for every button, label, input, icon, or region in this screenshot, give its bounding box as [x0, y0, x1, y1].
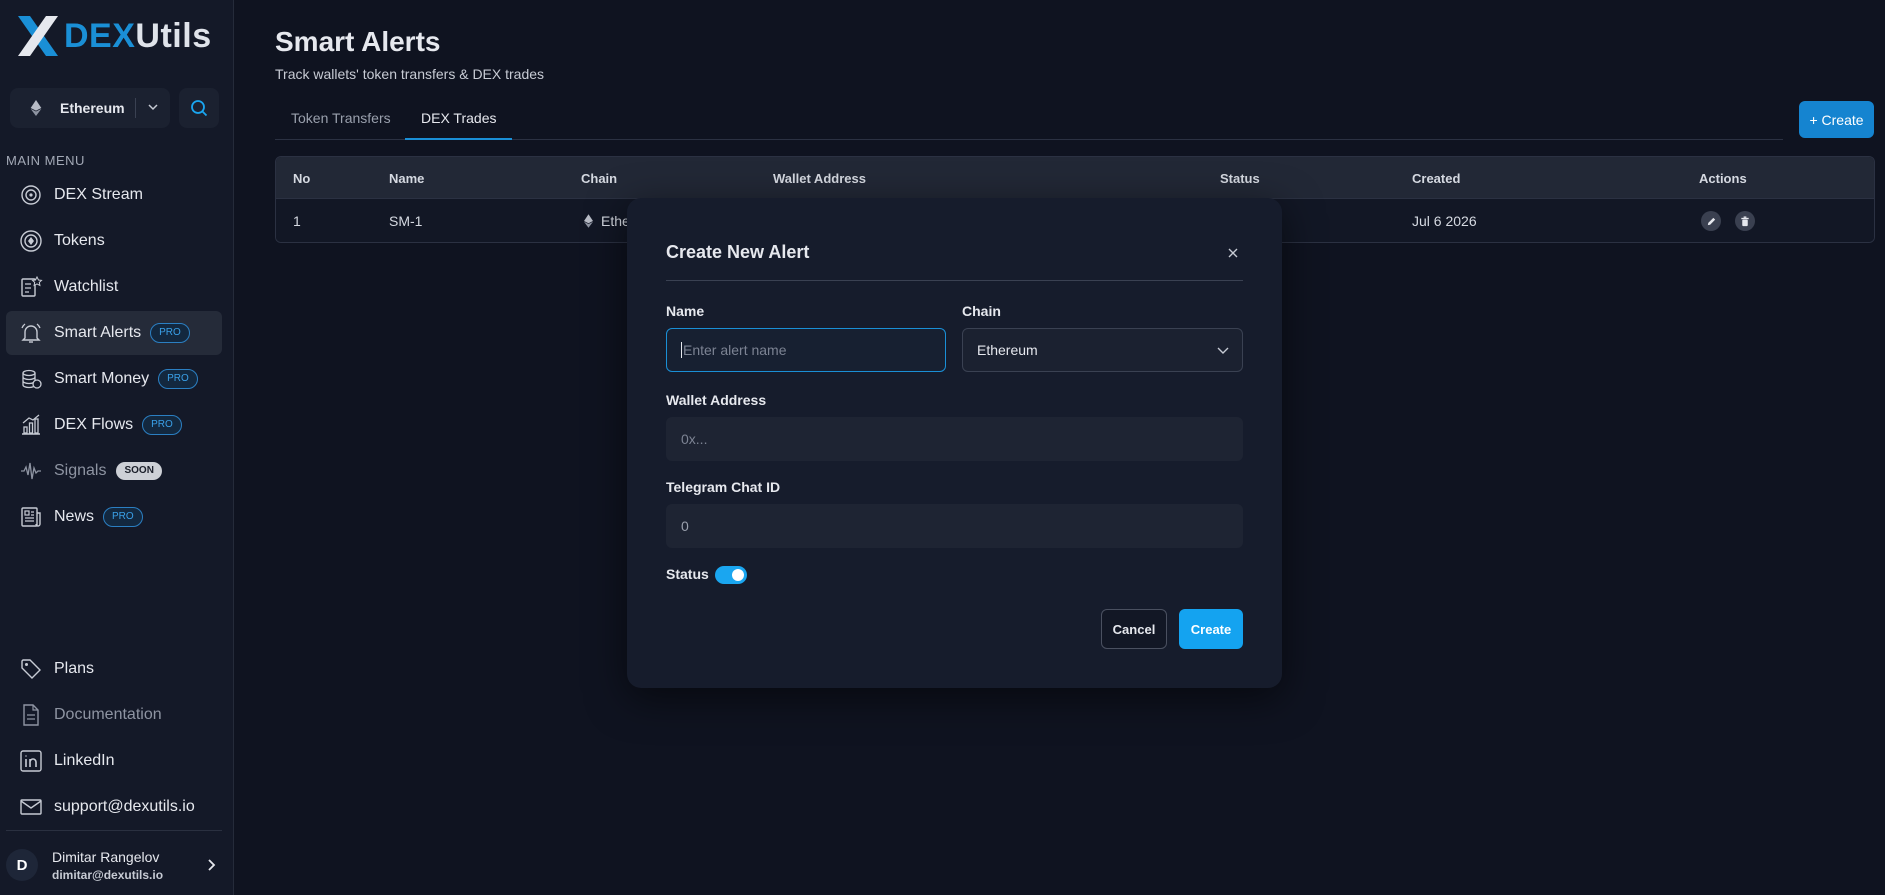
- wallet-address-input[interactable]: 0x...: [666, 417, 1243, 461]
- name-label: Name: [666, 303, 705, 319]
- create-alert-modal: Create New Alert Name Enter alert name C…: [627, 198, 1282, 688]
- create-button[interactable]: Create: [1179, 609, 1243, 649]
- chain-select[interactable]: Ethereum: [962, 328, 1243, 372]
- modal-divider: [666, 280, 1243, 281]
- chain-select-value: Ethereum: [977, 342, 1038, 358]
- wallet-address-placeholder: 0x...: [681, 431, 708, 447]
- toggle-knob: [732, 569, 744, 581]
- alert-name-input[interactable]: Enter alert name: [666, 328, 946, 372]
- close-icon: [1228, 248, 1238, 258]
- telegram-chat-id-input[interactable]: 0: [666, 504, 1243, 548]
- telegram-chat-id-label: Telegram Chat ID: [666, 479, 781, 495]
- close-button[interactable]: [1223, 243, 1243, 263]
- chevron-down-icon: [1217, 347, 1229, 354]
- text-caret: [681, 342, 682, 358]
- alert-name-placeholder: Enter alert name: [683, 342, 787, 358]
- wallet-address-label: Wallet Address: [666, 392, 767, 408]
- status-label: Status: [666, 566, 709, 582]
- status-toggle[interactable]: [715, 566, 747, 584]
- cancel-button[interactable]: Cancel: [1101, 609, 1167, 649]
- chain-label: Chain: [962, 303, 1001, 319]
- telegram-chat-id-value: 0: [681, 518, 689, 534]
- modal-title: Create New Alert: [666, 242, 810, 262]
